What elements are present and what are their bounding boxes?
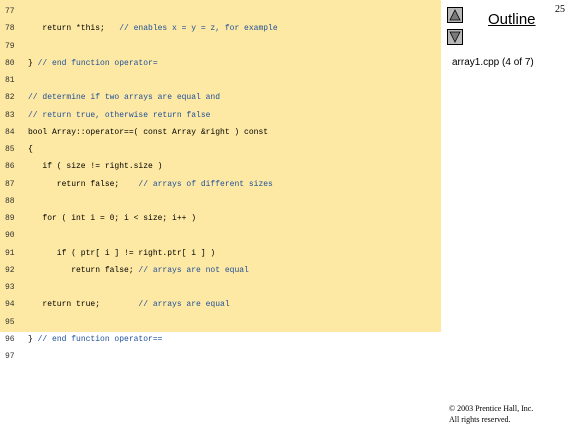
- code-line: 91 if ( ptr[ i ] != right.ptr[ i ] ): [0, 246, 441, 262]
- code-panel: 77 78 return *this; // enables x = y = z,…: [0, 0, 441, 361]
- code-statement: return true;: [28, 300, 139, 310]
- line-number: 90: [5, 231, 15, 241]
- code-line: 83 // return true, otherwise return false: [0, 108, 441, 124]
- code-line: 94 return true; // arrays are equal: [0, 297, 441, 313]
- code-statement: return false;: [28, 265, 139, 275]
- line-number: 94: [5, 300, 15, 310]
- code-line: 92 return false; // arrays are not equal: [0, 263, 441, 279]
- code-line: 81: [0, 73, 441, 89]
- code-comment: // end function operator==: [37, 334, 163, 344]
- code-statement: return false;: [28, 179, 139, 189]
- code-line: 86 if ( size != right.size ): [0, 159, 441, 175]
- line-number: 97: [5, 352, 15, 361]
- copyright-line-2: All rights reserved.: [449, 415, 511, 424]
- code-comment: // determine if two arrays are equal and: [28, 93, 221, 103]
- copyright: © 2003 Prentice Hall, Inc. All rights re…: [449, 403, 533, 425]
- line-number: 77: [5, 7, 15, 16]
- code-statement: }: [28, 58, 38, 68]
- code-statement: if ( ptr[ i ] != right.ptr[ i ] ): [28, 248, 216, 258]
- code-statement: if ( size != right.size ): [28, 162, 163, 172]
- line-number: 85: [5, 145, 15, 154]
- code-line: 95: [0, 315, 441, 331]
- next-slide-button[interactable]: [447, 29, 463, 45]
- code-line: 87 return false; // arrays of different …: [0, 177, 441, 193]
- code-line: 82 // determine if two arrays are equal a…: [0, 90, 441, 106]
- code-text: } // end function operator=: [28, 56, 158, 72]
- code-comment: // arrays are not equal: [138, 265, 249, 275]
- line-number: 91: [5, 248, 15, 258]
- code-statement: for ( int i = 0; i < size; i++ ): [28, 214, 197, 223]
- code-text: // return true, otherwise return false: [28, 108, 210, 124]
- code-comment: // arrays are equal: [138, 300, 230, 310]
- line-number: 79: [5, 41, 15, 51]
- code-line: 79: [0, 39, 441, 55]
- code-comment: // return true, otherwise return false: [28, 110, 211, 120]
- line-number: 80: [5, 58, 15, 68]
- code-statement: return *this;: [28, 24, 120, 34]
- code-text: return *this; // enables x = y = z, for …: [28, 21, 278, 37]
- line-number: 82: [5, 93, 15, 103]
- code-line: 90: [0, 228, 441, 244]
- code-text: } // end function operator==: [28, 332, 162, 348]
- line-number: 81: [5, 76, 15, 85]
- code-text: // determine if two arrays are equal and: [28, 90, 220, 106]
- code-text: bool Array::operator==( const Array &rig…: [28, 125, 268, 141]
- line-number: 83: [5, 110, 15, 120]
- line-number: 84: [5, 127, 15, 137]
- code-comment: // arrays of different sizes: [138, 179, 273, 189]
- line-number: 86: [5, 162, 15, 172]
- code-text: return false; // arrays are not equal: [28, 263, 249, 279]
- code-line: 78 return *this; // enables x = y = z, f…: [0, 21, 441, 37]
- code-line: 89 for ( int i = 0; i < size; i++ ): [0, 211, 441, 227]
- code-text: return true; // arrays are equal: [28, 297, 230, 313]
- outline-title[interactable]: Outline: [488, 11, 536, 28]
- code-comment: // enables x = y = z, for example: [119, 24, 278, 34]
- code-line: 96} // end function operator==: [0, 332, 441, 348]
- line-number: 96: [5, 334, 15, 344]
- triangle-up-icon: [449, 9, 461, 21]
- previous-slide-button[interactable]: [447, 7, 463, 23]
- code-text: if ( size != right.size ): [28, 159, 162, 175]
- line-number: 93: [5, 283, 15, 292]
- code-line: 93: [0, 280, 441, 296]
- code-statement: }: [28, 334, 38, 344]
- code-line: 80} // end function operator=: [0, 56, 441, 72]
- line-number: 78: [5, 24, 15, 34]
- copyright-line-1: © 2003 Prentice Hall, Inc.: [449, 404, 534, 413]
- line-number: 88: [5, 196, 15, 206]
- code-line: 85 {: [0, 142, 441, 158]
- slide-number: 25: [555, 4, 565, 15]
- code-text: {: [28, 142, 33, 158]
- line-number: 92: [5, 265, 15, 275]
- code-statement: {: [28, 145, 33, 154]
- code-statement: bool Array::operator==( const Array &rig…: [28, 127, 269, 137]
- triangle-down-icon: [449, 31, 461, 43]
- line-number: 87: [5, 179, 15, 189]
- code-line: 97: [0, 349, 441, 365]
- code-line: 77: [0, 4, 441, 20]
- code-line: 84 bool Array::operator==( const Array &r…: [0, 125, 441, 141]
- code-text: for ( int i = 0; i < size; i++ ): [28, 211, 196, 227]
- line-number: 95: [5, 317, 15, 327]
- code-text: return false; // arrays of different siz…: [28, 177, 273, 193]
- code-line: 88: [0, 194, 441, 210]
- code-text: if ( ptr[ i ] != right.ptr[ i ] ): [28, 246, 215, 262]
- code-comment: // end function operator=: [37, 58, 158, 68]
- line-number: 89: [5, 214, 15, 223]
- file-label: array1.cpp (4 of 7): [452, 57, 534, 68]
